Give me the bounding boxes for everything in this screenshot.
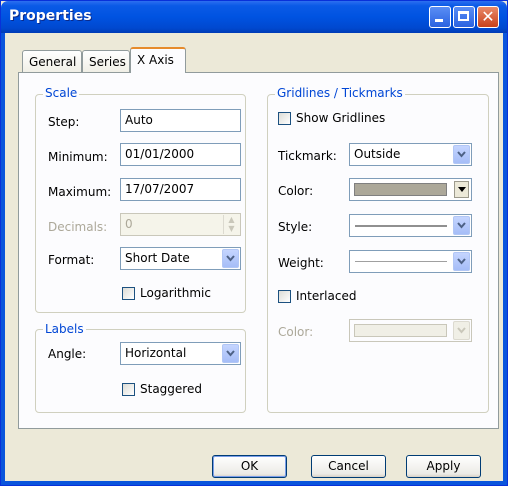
gridlines-group-title: Gridlines / Tickmarks [275, 86, 405, 100]
decimals-spin-buttons[interactable]: ▲ ▼ [223, 215, 239, 234]
tab-x-axis-label: X Axis [137, 53, 174, 67]
staggered-label: Staggered [140, 382, 202, 396]
logarithmic-label: Logarithmic [140, 286, 211, 300]
window-title: Properties [9, 8, 92, 24]
minimum-label: Minimum: [48, 150, 108, 164]
step-field[interactable]: Auto [120, 109, 241, 132]
interlaced-color-picker[interactable] [349, 319, 472, 342]
close-button[interactable]: ✕ [477, 6, 499, 28]
staggered-checkbox[interactable] [122, 383, 135, 396]
chevron-down-icon [453, 216, 470, 235]
chevron-down-icon [453, 321, 470, 340]
format-value: Short Date [125, 251, 190, 265]
spin-down-icon: ▼ [228, 224, 235, 233]
tickmark-value: Outside [354, 147, 401, 161]
apply-button[interactable]: Apply [406, 455, 481, 478]
style-dropdown[interactable] [349, 214, 472, 237]
show-gridlines-checkbox[interactable] [278, 112, 291, 125]
weight-label: Weight: [278, 256, 324, 270]
close-icon: ✕ [481, 7, 495, 26]
color-dropdown-arrow [454, 181, 469, 198]
chevron-down-icon [222, 344, 239, 363]
chevron-down-icon [453, 252, 470, 271]
scale-group-title: Scale [43, 86, 80, 100]
window-frame-right [503, 33, 507, 485]
tab-x-axis[interactable]: X Axis [130, 47, 186, 73]
tickmark-dropdown[interactable]: Outside [349, 143, 472, 166]
x-axis-panel: Scale Step: Auto Minimum: 01/01/2000 Max… [18, 72, 499, 429]
properties-window: Properties ✕ General Series X Axis Scale… [0, 0, 508, 486]
interlaced-label: Interlaced [296, 289, 357, 303]
minimize-button[interactable] [429, 6, 451, 28]
logarithmic-checkbox[interactable] [122, 287, 135, 300]
ok-button[interactable]: OK [212, 455, 287, 478]
chevron-down-icon [222, 249, 239, 268]
decimals-stepper[interactable]: 0 ▲ ▼ [120, 213, 241, 236]
format-label: Format: [48, 253, 95, 267]
weight-line-preview [355, 261, 447, 262]
color-label: Color: [278, 184, 314, 198]
cancel-button[interactable]: Cancel [311, 455, 386, 478]
interlaced-checkbox[interactable] [278, 290, 291, 303]
tickmark-label: Tickmark: [278, 149, 337, 163]
show-gridlines-label: Show Gridlines [296, 111, 386, 125]
minimum-field[interactable]: 01/01/2000 [120, 143, 241, 166]
maximize-button[interactable] [453, 6, 475, 28]
color-picker[interactable] [349, 178, 472, 201]
angle-label: Angle: [48, 347, 87, 361]
color-swatch [354, 183, 447, 196]
angle-value: Horizontal [125, 346, 187, 360]
style-line-preview [355, 225, 447, 227]
style-label: Style: [278, 220, 313, 234]
maximize-icon [458, 11, 469, 21]
spin-up-icon: ▲ [228, 215, 235, 224]
tab-series[interactable]: Series [82, 50, 130, 72]
interlaced-color-label: Color: [278, 325, 314, 339]
angle-dropdown[interactable]: Horizontal [120, 342, 241, 365]
step-label: Step: [48, 115, 80, 129]
interlaced-color-swatch [354, 324, 447, 337]
weight-dropdown[interactable] [349, 250, 472, 273]
labels-group-title: Labels [43, 322, 86, 336]
maximum-label: Maximum: [48, 185, 112, 199]
tab-general[interactable]: General [22, 50, 82, 72]
maximum-field[interactable]: 17/07/2007 [120, 178, 241, 201]
decimals-label: Decimals: [48, 220, 108, 234]
window-frame-bottom [1, 481, 507, 485]
window-frame-left [1, 33, 5, 485]
tab-general-label: General [29, 55, 77, 69]
minimize-icon [435, 19, 443, 22]
title-bar[interactable]: Properties ✕ [1, 1, 507, 33]
format-dropdown[interactable]: Short Date [120, 247, 241, 270]
decimals-value: 0 [125, 217, 133, 231]
chevron-down-icon [453, 145, 470, 164]
tab-series-label: Series [89, 55, 126, 69]
